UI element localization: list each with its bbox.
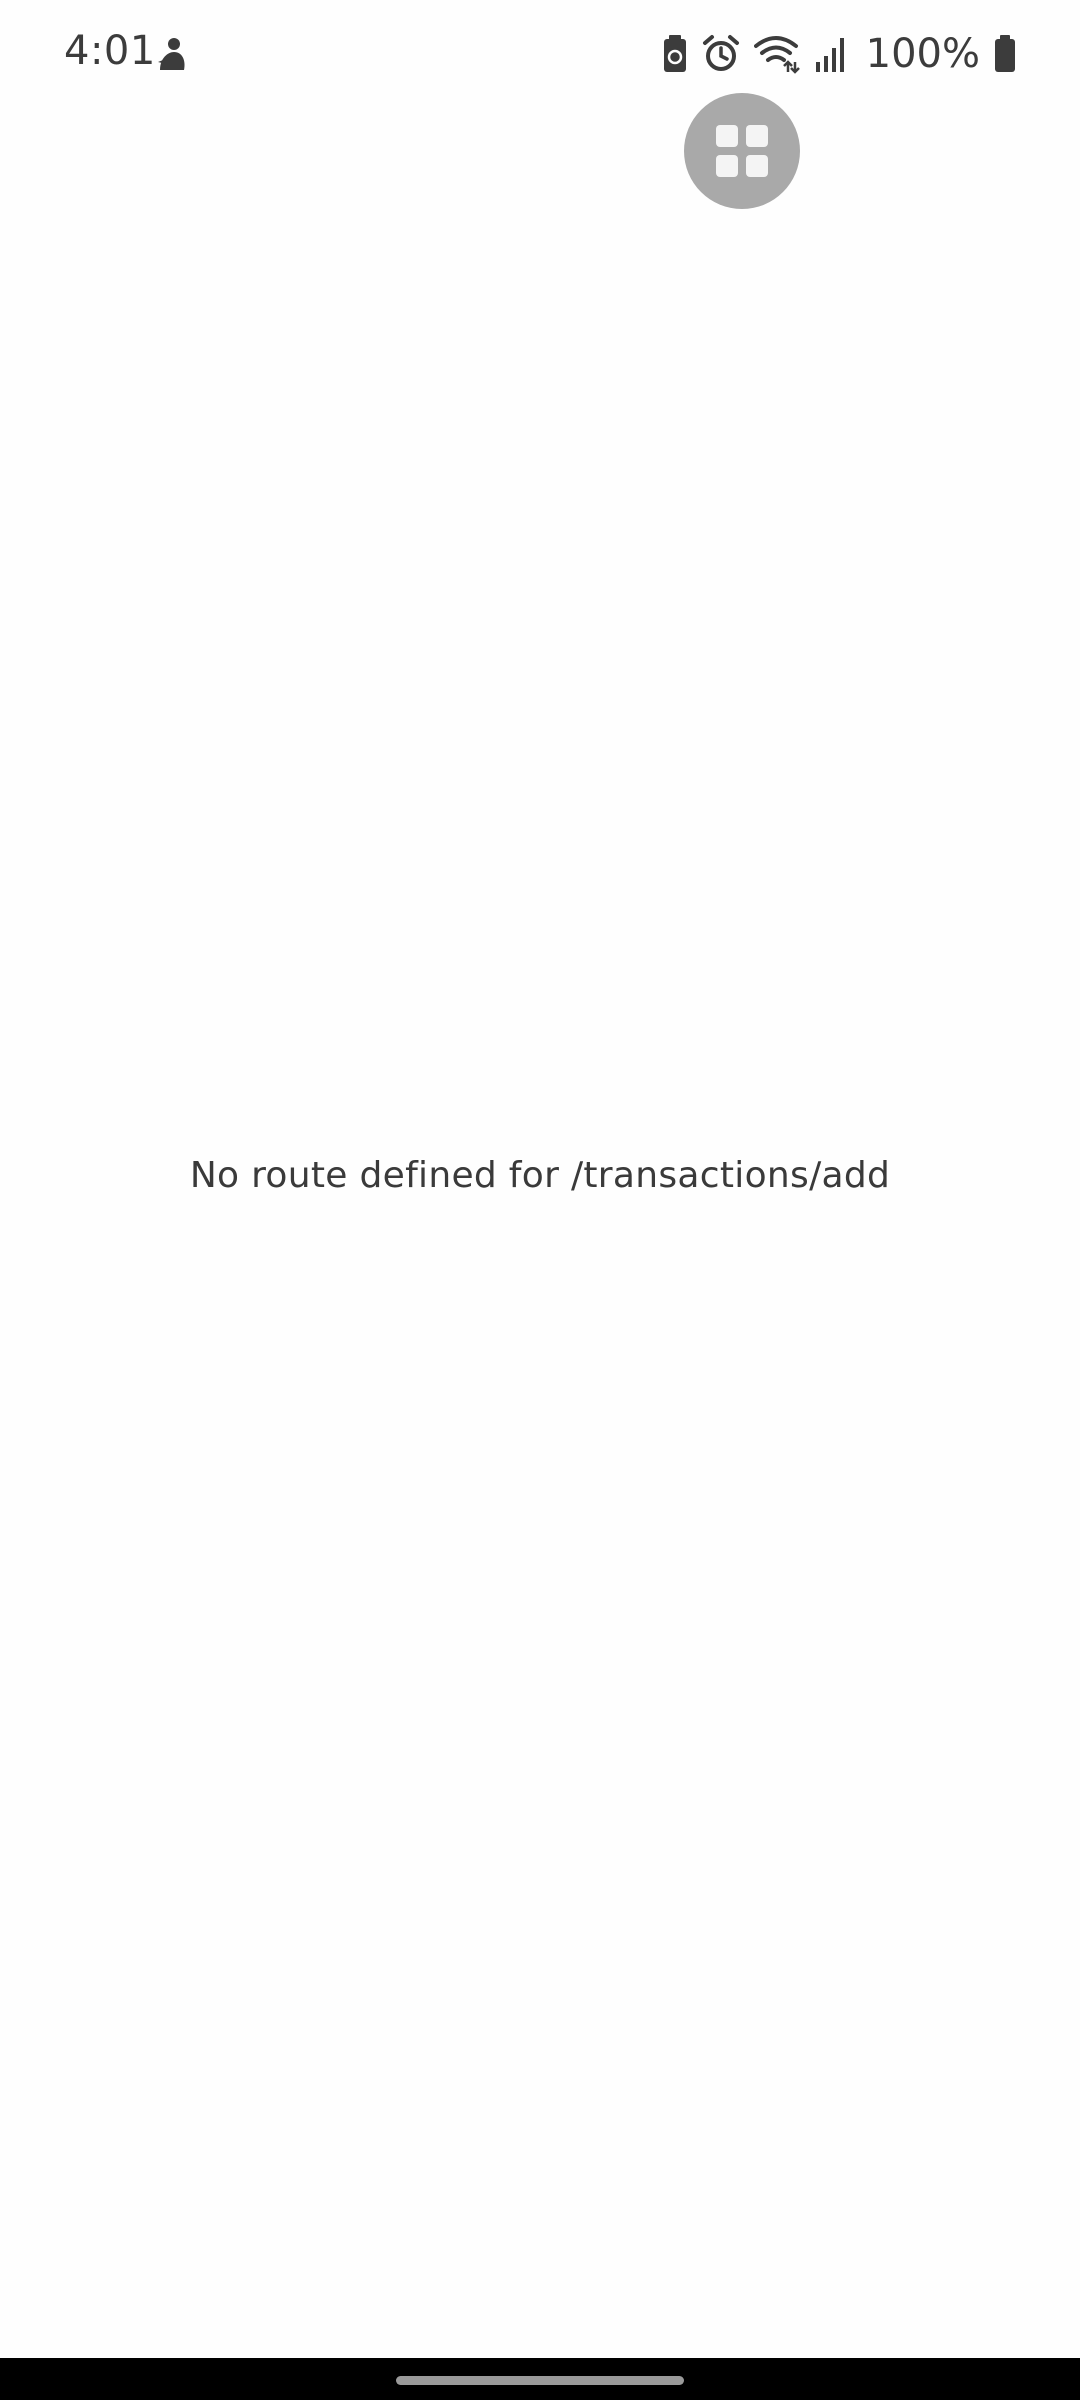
route-error-message: No route defined for /transactions/add (189, 1155, 891, 1196)
alarm-icon (702, 34, 740, 74)
grid-icon (716, 125, 768, 177)
app-notification-icon (154, 36, 190, 76)
screen: 4:01 100% No route defined for /transact… (0, 0, 1080, 2400)
battery-percent: 100% (865, 31, 980, 77)
status-bar: 4:01 100% (0, 0, 1080, 110)
wifi-icon (753, 34, 800, 74)
status-icons: 100% (662, 30, 1016, 78)
home-gesture-handle[interactable] (396, 2376, 684, 2385)
signal-icon (814, 34, 848, 74)
battery-saver-icon (662, 34, 688, 74)
battery-icon (994, 34, 1016, 74)
navigation-bar (0, 2358, 1080, 2400)
floating-menu-button[interactable] (684, 93, 800, 209)
status-time: 4:01 (64, 28, 156, 74)
